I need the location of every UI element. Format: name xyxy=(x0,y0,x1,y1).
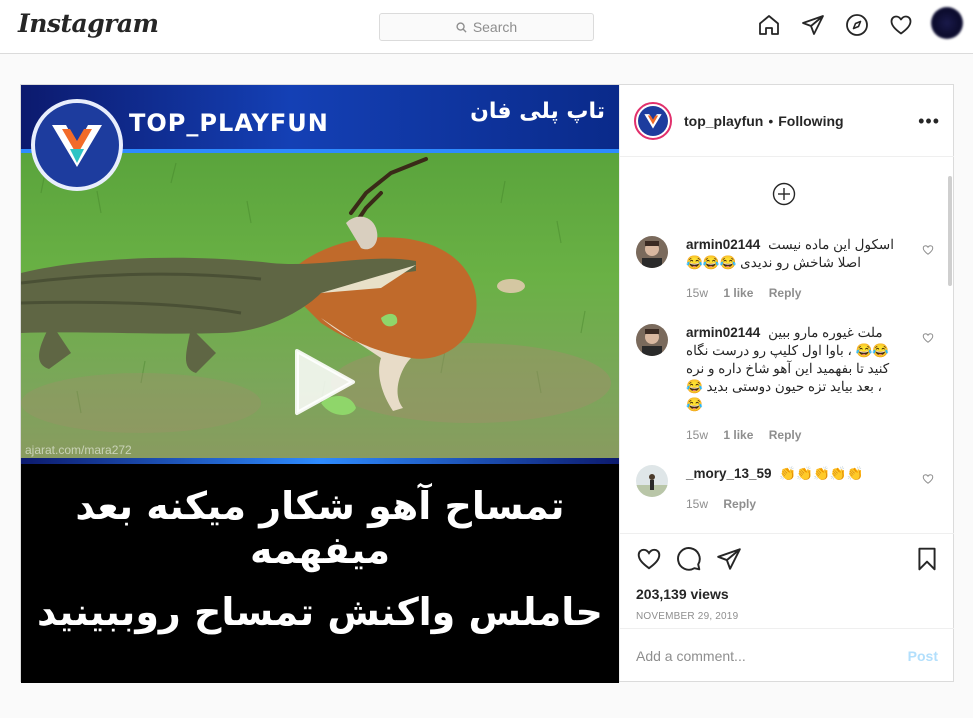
comments-scrollbar[interactable] xyxy=(948,176,952,286)
post-date[interactable]: NOVEMBER 29, 2019 xyxy=(636,611,738,622)
instagram-logo[interactable]: Instagram xyxy=(18,9,159,38)
comment-body: _mory_13_59 👏👏👏👏👏 xyxy=(686,465,896,483)
comment-likes[interactable]: 1 like xyxy=(723,428,753,442)
share-icon[interactable] xyxy=(716,546,742,572)
comment-likes[interactable]: 1 like xyxy=(723,286,753,300)
post-header: top_playfun • Following ••• xyxy=(620,85,954,157)
comment-bubble-icon[interactable] xyxy=(676,546,702,572)
post-comment-button[interactable]: Post xyxy=(908,648,938,664)
comment-text: 👏👏👏👏👏 xyxy=(779,466,864,481)
home-icon[interactable] xyxy=(757,13,781,37)
reply-button[interactable]: Reply xyxy=(769,428,802,442)
commenter-avatar[interactable] xyxy=(636,324,668,356)
search-placeholder: Search xyxy=(472,19,518,35)
top-navigation-bar: Instagram Search xyxy=(0,0,973,54)
brand-logo-icon xyxy=(31,99,123,191)
view-count[interactable]: 203,139 views xyxy=(636,586,729,602)
comment-item: armin02144 ملت غیوره مارو ببین 😂😂 ، باوا… xyxy=(636,324,936,444)
commenter-avatar[interactable] xyxy=(636,465,668,497)
search-box[interactable]: Search xyxy=(379,13,594,41)
video-caption-line-1: تمساح آهو شکار میکنه بعد میفهمه xyxy=(75,484,565,572)
bookmark-icon[interactable] xyxy=(914,546,940,572)
brand-name-fa: تاپ پلی فان xyxy=(470,99,605,124)
comment-item: _mory_13_59 👏👏👏👏👏 15w Reply xyxy=(636,465,936,515)
comment-like-heart-icon[interactable] xyxy=(922,332,934,344)
brand-name: TOP_PLAYFUN xyxy=(129,109,329,137)
comment-time[interactable]: 15w xyxy=(686,286,708,300)
post-actions: 203,139 views NOVEMBER 29, 2019 Post xyxy=(620,533,954,681)
header-separator: • xyxy=(768,112,774,129)
explore-icon[interactable] xyxy=(845,13,869,37)
comment-meta: 15w Reply xyxy=(686,497,768,511)
nav-icons xyxy=(737,7,963,39)
comment-time[interactable]: 15w xyxy=(686,428,708,442)
more-options-icon[interactable]: ••• xyxy=(918,111,940,132)
author-username[interactable]: top_playfun xyxy=(684,113,763,129)
comment-username[interactable]: armin02144 xyxy=(686,325,760,340)
video-caption-line-2: حاملس واکنش تمساح روببینید xyxy=(37,590,603,634)
load-more-comments-icon[interactable] xyxy=(772,182,796,206)
comments-list: armin02144 اسکول این ماده نیست اصلا شاخش… xyxy=(620,158,954,532)
comment-like-heart-icon[interactable] xyxy=(922,244,934,256)
post-media-video[interactable]: TOP_PLAYFUN تاپ پلی فان ajarat.com/mara2… xyxy=(21,85,619,683)
reply-button[interactable]: Reply xyxy=(723,497,756,511)
comment-username[interactable]: _mory_13_59 xyxy=(686,466,772,481)
comment-body: armin02144 ملت غیوره مارو ببین 😂😂 ، باوا… xyxy=(686,324,896,414)
video-caption-area: تمساح آهو شکار میکنه بعد میفهمه حاملس وا… xyxy=(21,464,619,683)
reply-button[interactable]: Reply xyxy=(769,286,802,300)
post-card: TOP_PLAYFUN تاپ پلی فان ajarat.com/mara2… xyxy=(20,84,954,683)
follow-status-button[interactable]: Following xyxy=(778,113,843,129)
play-icon[interactable] xyxy=(291,347,357,417)
add-comment-input[interactable] xyxy=(636,647,908,664)
comment-like-heart-icon[interactable] xyxy=(922,473,934,485)
add-comment-bar: Post xyxy=(620,628,954,682)
search-icon xyxy=(456,21,467,33)
post-sidebar: top_playfun • Following ••• armin02144 ا… xyxy=(619,85,954,681)
author-avatar[interactable] xyxy=(634,101,672,140)
comment-meta: 15w 1 like Reply xyxy=(686,428,813,442)
commenter-avatar[interactable] xyxy=(636,236,668,268)
comment-body: armin02144 اسکول این ماده نیست اصلا شاخش… xyxy=(686,236,896,272)
comment-time[interactable]: 15w xyxy=(686,497,708,511)
direct-icon[interactable] xyxy=(801,13,825,37)
like-heart-icon[interactable] xyxy=(636,546,662,572)
comment-username[interactable]: armin02144 xyxy=(686,237,760,252)
comment-meta: 15w 1 like Reply xyxy=(686,286,813,300)
comment-item: armin02144 اسکول این ماده نیست اصلا شاخش… xyxy=(636,236,936,306)
activity-heart-icon[interactable] xyxy=(889,13,913,37)
video-watermark: ajarat.com/mara272 xyxy=(25,443,132,457)
profile-avatar[interactable] xyxy=(931,7,963,39)
